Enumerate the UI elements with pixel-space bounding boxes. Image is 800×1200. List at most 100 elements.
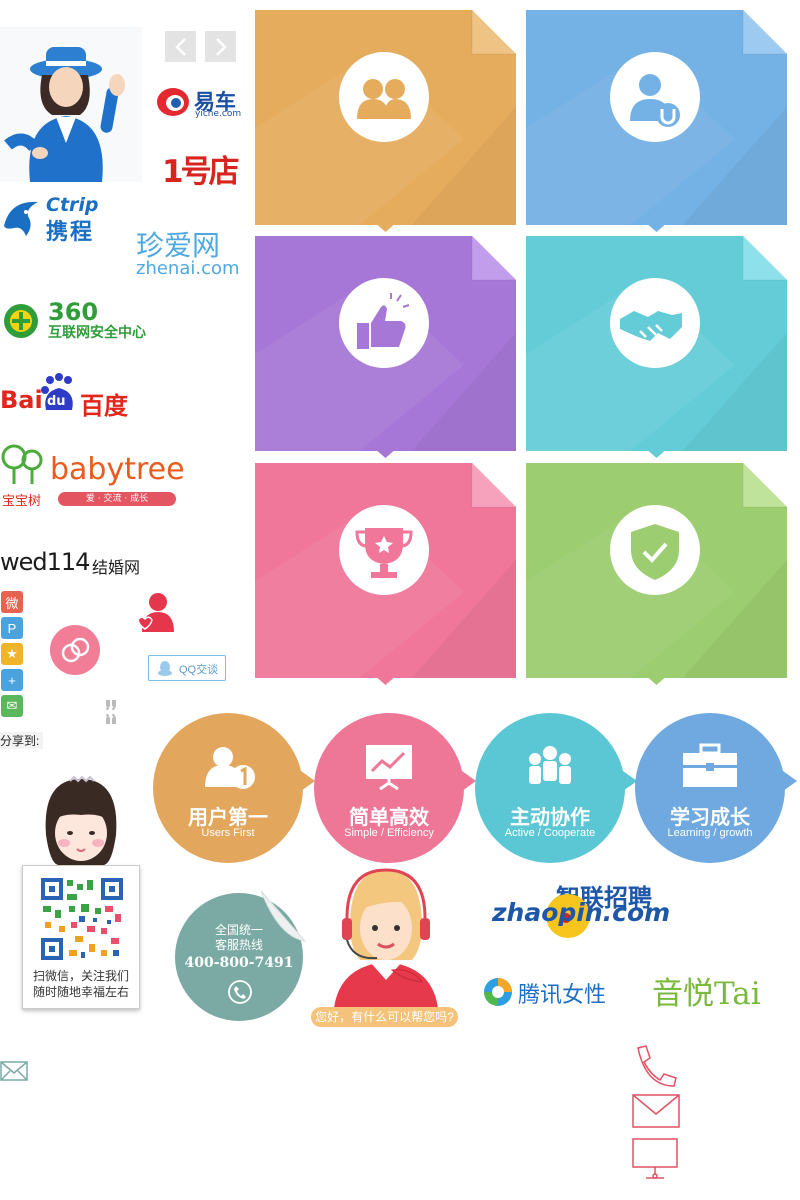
core-value-title: 用户第一 bbox=[188, 805, 268, 829]
briefcase-icon bbox=[683, 743, 737, 787]
share-weibo-button[interactable]: 微 bbox=[1, 591, 23, 613]
qr-code-icon[interactable] bbox=[41, 878, 123, 960]
feature-tile[interactable] bbox=[255, 236, 516, 458]
ctrip-logo[interactable]: Ctrip 携程 bbox=[0, 194, 124, 245]
more-icon: + bbox=[8, 672, 16, 688]
zhaopin-logo[interactable]: 智联招聘 zhaopin.com bbox=[492, 878, 670, 942]
yhd-logo[interactable]: 1号店 bbox=[162, 140, 242, 202]
feature-tile[interactable] bbox=[526, 463, 787, 685]
feature-tile[interactable] bbox=[255, 10, 516, 232]
wechat-qr-card: 扫微信，关注我们 随时随地幸福左右 bbox=[22, 865, 140, 1009]
qr-caption-line-1: 扫微信，关注我们 bbox=[32, 969, 129, 983]
360-shield-icon bbox=[4, 304, 38, 338]
core-value-item: 主动协作 Active / Cooperate bbox=[475, 713, 637, 863]
core-value-pointer bbox=[301, 771, 315, 791]
monitor-outline-icon[interactable] bbox=[632, 1138, 678, 1184]
hotline-number: 400-800-7491 bbox=[184, 955, 294, 971]
zhenai-en-text: zhenai.com bbox=[136, 258, 240, 279]
pinterest-icon: P bbox=[7, 620, 17, 636]
baidu-en2-text: du bbox=[47, 394, 66, 409]
share-label: 分享到: bbox=[0, 732, 44, 749]
weibo-icon: 微 bbox=[5, 595, 19, 611]
yinyuetai-logo[interactable]: 音悦Tai bbox=[652, 966, 782, 1012]
tencent-circle-icon bbox=[484, 978, 512, 1006]
girl-avatar-illustration bbox=[45, 775, 117, 865]
favorite-icon: ★ bbox=[6, 646, 18, 661]
qq-chat-button[interactable]: QQ交谈 bbox=[148, 655, 226, 681]
feature-tile[interactable] bbox=[255, 463, 516, 685]
share-favorite-button[interactable]: ★ bbox=[1, 643, 23, 665]
trophy-icon bbox=[355, 528, 413, 578]
ctrip-cn-text: 携程 bbox=[46, 220, 95, 245]
phone-outline-icon[interactable] bbox=[632, 1044, 680, 1092]
tencent-women-logo[interactable]: 腾讯女性 bbox=[482, 975, 612, 1009]
chart-board-icon bbox=[366, 745, 412, 791]
yiche-swirl-icon bbox=[157, 88, 189, 116]
zhaopin-en-text: zhaopin.com bbox=[492, 898, 671, 927]
core-value-item: 学习成长 Learning / growth bbox=[635, 713, 797, 863]
baidu-en1-text: Bai bbox=[0, 386, 43, 414]
core-value-item: 用户第一 Users First bbox=[153, 713, 315, 863]
share-wechat-button[interactable]: ✉ bbox=[1, 695, 23, 717]
carousel-next-button[interactable] bbox=[205, 31, 236, 62]
baidu-cn-text: 百度 bbox=[80, 392, 128, 420]
hotline-badge[interactable]: 全国统一 客服热线 400-800-7491 bbox=[175, 890, 307, 1021]
wedding-rings-icon bbox=[61, 637, 90, 663]
wechat-icon: ✉ bbox=[6, 698, 18, 713]
core-value-pointer bbox=[462, 771, 476, 791]
quote-mark-icon bbox=[106, 700, 116, 724]
hotline-title-line-2: 客服热线 bbox=[214, 938, 263, 952]
core-value-subtitle: Simple / Efficiency bbox=[344, 827, 434, 839]
customer-service-illustration bbox=[334, 868, 438, 1008]
core-value-item: 简单高效 Simple / Efficiency bbox=[314, 713, 476, 863]
chevron-right-icon bbox=[215, 37, 227, 56]
qq-penguin-icon bbox=[158, 661, 172, 676]
chevron-left-icon bbox=[174, 37, 186, 56]
baidu-logo[interactable]: Bai du 百度 bbox=[0, 372, 130, 420]
babytree-logo[interactable]: babytree 宝宝树 爱 · 交流 · 成长 bbox=[0, 442, 185, 509]
tencent-women-cn-text: 腾讯女性 bbox=[518, 983, 607, 1008]
core-value-subtitle: Learning / growth bbox=[667, 827, 753, 839]
feature-tile[interactable] bbox=[526, 10, 787, 232]
tile-icon-circle bbox=[610, 505, 700, 595]
tile-icon-circle bbox=[610, 52, 700, 142]
user-power-icon bbox=[630, 74, 680, 127]
wed114-en-text: wed114 bbox=[0, 548, 90, 576]
feature-tile[interactable] bbox=[526, 236, 787, 458]
babytree-en-text: babytree bbox=[50, 452, 185, 487]
qq-chat-label: QQ交谈 bbox=[179, 664, 219, 676]
yiche-logo[interactable]: 易车 yiche.com bbox=[155, 84, 245, 122]
core-value-title: 主动协作 bbox=[510, 805, 590, 829]
tile-icon-circle bbox=[339, 278, 429, 368]
wedding-badge[interactable] bbox=[50, 625, 100, 675]
share-pinterest-button[interactable]: P bbox=[1, 617, 23, 639]
mail-outline-icon[interactable] bbox=[632, 1094, 680, 1128]
user-number-one-icon bbox=[205, 747, 255, 789]
shield-check-icon bbox=[631, 524, 679, 580]
stewardess-illustration bbox=[0, 27, 142, 182]
qr-caption-line-2: 随时随地幸福左右 bbox=[32, 985, 129, 999]
babytree-tagline: 爱 · 交流 · 成长 bbox=[58, 492, 176, 506]
service-bubble[interactable]: 您好，有什么可以帮您吗? bbox=[311, 1007, 458, 1027]
phone-circle-icon bbox=[228, 980, 252, 1004]
core-value-subtitle: Active / Cooperate bbox=[504, 827, 596, 839]
share-more-button[interactable]: + bbox=[1, 669, 23, 691]
carousel-prev-button[interactable] bbox=[165, 31, 196, 62]
yhd-text: 1号店 bbox=[162, 154, 240, 190]
yinyuetai-text: 音悦Tai bbox=[652, 976, 761, 1012]
tile-icon-circle bbox=[339, 505, 429, 595]
core-value-title: 简单高效 bbox=[349, 805, 429, 829]
email-icon[interactable] bbox=[0, 1061, 28, 1081]
handshake-icon bbox=[620, 311, 682, 341]
360-logo[interactable]: 360 互联网安全中心 bbox=[0, 298, 170, 342]
zhenai-logo[interactable]: 珍爱网 zhenai.com bbox=[134, 224, 252, 280]
ctrip-en-text: Ctrip bbox=[46, 194, 99, 216]
360-cn-text: 互联网安全中心 bbox=[48, 325, 146, 341]
user-heart-icon bbox=[137, 593, 174, 632]
core-value-pointer bbox=[783, 771, 797, 791]
dolphin-icon bbox=[4, 201, 38, 236]
tile-icon-circle bbox=[610, 278, 700, 368]
yiche-en-text: yiche.com bbox=[195, 109, 242, 119]
wed114-logo[interactable]: wed114 结婚网 bbox=[0, 548, 150, 578]
wed114-cn-text: 结婚网 bbox=[92, 558, 141, 577]
